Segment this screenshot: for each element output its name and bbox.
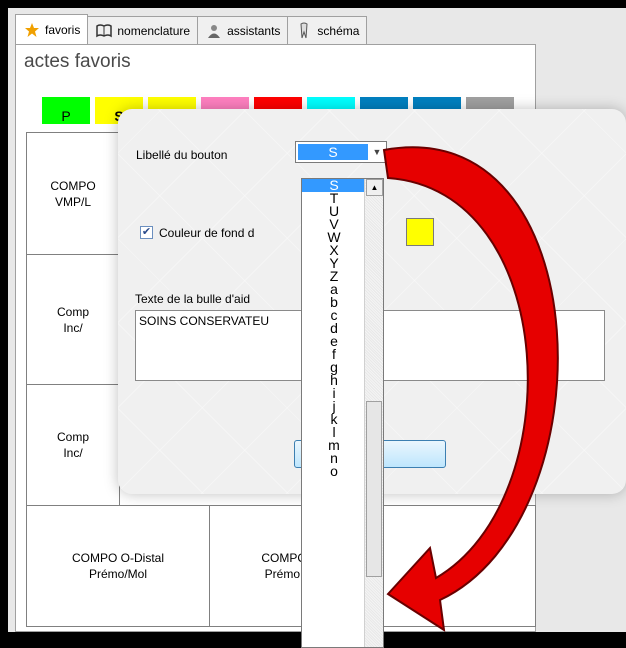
curved-arrow-annotation <box>382 146 559 633</box>
arrow-shape <box>382 146 559 633</box>
star-icon <box>23 21 41 39</box>
tab-label: favoris <box>45 22 81 37</box>
tab-favoris[interactable]: favoris <box>15 14 89 44</box>
